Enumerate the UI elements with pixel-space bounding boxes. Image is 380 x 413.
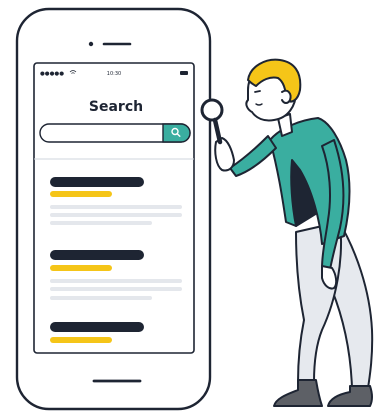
result-tag-bar bbox=[50, 337, 112, 343]
person-near-arm bbox=[229, 135, 277, 177]
result-title-bar bbox=[50, 322, 144, 332]
person-ear bbox=[281, 89, 292, 104]
result-line bbox=[50, 279, 182, 283]
phone-camera bbox=[88, 41, 94, 47]
phone: ●●●●● 10:30 Search bbox=[15, 7, 212, 411]
screen-title: Search bbox=[89, 99, 143, 115]
person-back-shoe bbox=[327, 385, 373, 407]
result-line bbox=[50, 296, 152, 300]
result-title-bar bbox=[50, 177, 144, 187]
status-time: 10:30 bbox=[107, 71, 121, 77]
person-front-shoe bbox=[273, 379, 323, 407]
result-tag-bar bbox=[50, 191, 112, 197]
person bbox=[200, 58, 374, 407]
result-line bbox=[50, 287, 182, 291]
result-line bbox=[50, 213, 182, 217]
person-eye bbox=[254, 90, 261, 93]
result-title-bar bbox=[50, 250, 144, 260]
battery-icon bbox=[180, 71, 188, 75]
result-line bbox=[50, 205, 182, 209]
search-button[interactable] bbox=[162, 123, 191, 143]
result-line bbox=[50, 221, 152, 225]
result-tag-bar bbox=[50, 265, 112, 271]
search-illustration: ●●●●● 10:30 Search bbox=[15, 7, 374, 411]
status-signal: ●●●●● bbox=[40, 71, 64, 77]
